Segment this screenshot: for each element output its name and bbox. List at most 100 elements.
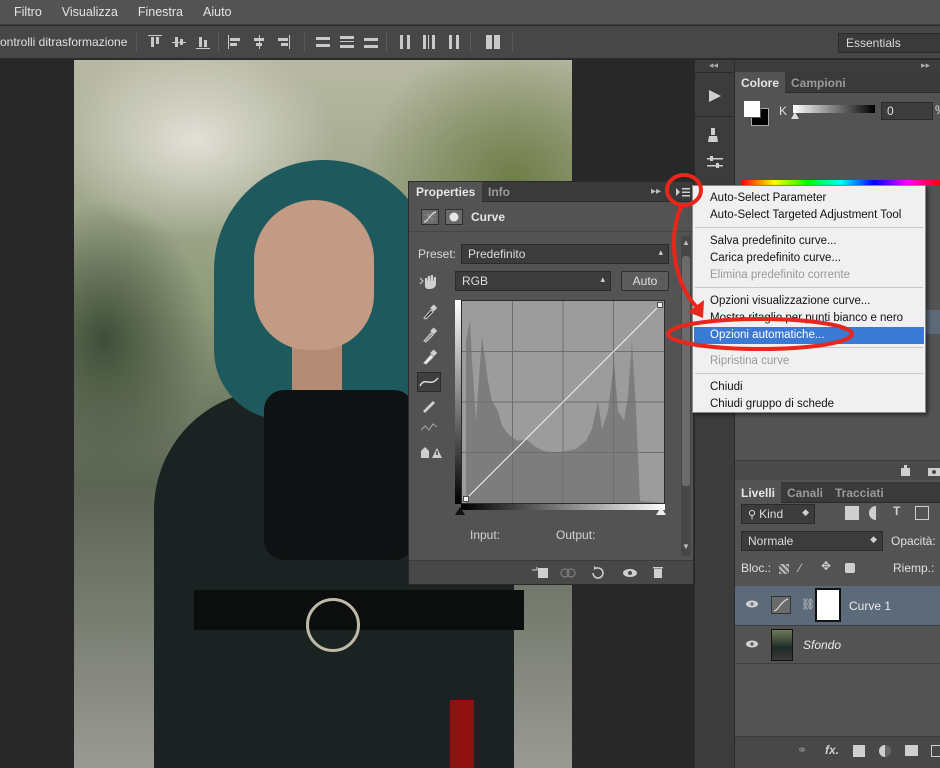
align-bottom-icon[interactable] [196,35,210,49]
new-adjustment-icon[interactable] [879,745,891,757]
preset-select[interactable]: Predefinito ▴ [461,244,669,264]
fx-icon[interactable]: fx. [825,743,839,757]
tab-campioni[interactable]: Campioni [785,72,852,93]
menu-item-auto-select-parameter[interactable]: Auto-Select Parameter [694,190,924,207]
tab-canali[interactable]: Canali [781,482,829,503]
distribute-left-icon[interactable] [398,35,412,49]
new-layer-icon[interactable] [931,745,940,757]
scroll-up-icon[interactable]: ▲ [682,238,690,247]
lock-transparency-icon[interactable] [779,564,789,574]
menu-filtro[interactable]: Filtro [14,5,42,19]
layer-mask-thumbnail[interactable] [815,588,841,622]
menu-visualizza[interactable]: Visualizza [62,5,118,19]
transform-controls-label[interactable]: ontrolli ditrasformazione [0,35,127,49]
clipping-warning-icon[interactable] [419,444,443,462]
trash-icon[interactable] [651,565,665,579]
layer-row-sfondo[interactable]: Sfondo [735,626,940,664]
k-channel-slider[interactable] [793,105,875,113]
properties-scrollbar[interactable]: ▲ ▼ [681,236,691,556]
tab-livelli[interactable]: Livelli [735,482,782,503]
new-group-icon[interactable] [905,745,918,756]
layer-filter-select[interactable]: ⚲ Kind ◆ [741,504,815,524]
layer-name[interactable]: Curve 1 [849,599,891,613]
align-left-icon[interactable] [228,35,242,49]
tab-properties[interactable]: Properties [409,182,483,202]
preset-label: Preset: [418,247,457,261]
clip-to-layer-icon[interactable] [531,566,549,580]
brush-tool-icon[interactable] [705,126,725,144]
k-value-input[interactable]: 0 [881,102,933,120]
lock-position-icon[interactable]: ✥ [821,559,831,573]
menu-finestra[interactable]: Finestra [138,5,183,19]
menu-item-curve-display-options[interactable]: Opzioni visualizzazione curve... [694,293,924,310]
auto-button[interactable]: Auto [621,271,669,291]
curves-graph[interactable] [461,300,665,504]
fg-bg-color-swatch[interactable] [743,100,769,126]
distribute-hcenter-icon[interactable] [422,35,436,49]
black-point-eyedropper-icon[interactable] [419,302,439,320]
camera-icon[interactable] [927,465,940,477]
menu-item-auto-options[interactable]: Opzioni automatiche... [694,327,924,344]
pencil-draw-icon[interactable] [419,395,439,413]
k-slider-handle[interactable] [791,112,799,119]
menu-item-show-clipping[interactable]: Mostra ritaglio per punti bianco e nero [694,310,924,327]
collapse-arrows-icon[interactable]: ▸▸ [651,186,661,197]
filter-pixel-icon[interactable] [845,506,859,520]
menu-item-close[interactable]: Chiudi [694,379,924,396]
expand-dock-icon[interactable]: ◂◂ [709,60,718,71]
photo-face [254,200,374,350]
distribute-right-icon[interactable] [446,35,460,49]
tab-info[interactable]: Info [481,182,517,202]
channel-select[interactable]: RGB ▴ [455,271,611,291]
curves-adjustment-icon [771,596,791,614]
menu-item-auto-select-targeted[interactable]: Auto-Select Targeted Adjustment Tool [694,207,924,224]
view-previous-state-icon[interactable] [559,566,577,580]
workspace-select[interactable]: Essentials [838,33,940,53]
align-hcenter-icon[interactable] [252,35,266,49]
menu-aiuto[interactable]: Aiuto [203,5,232,19]
distribute-vcenter-icon[interactable] [340,35,354,49]
adjustments-sliders-icon[interactable] [705,154,725,172]
distribute-top-icon[interactable] [316,35,330,49]
blend-mode-select[interactable]: Normale ◆ [741,531,883,551]
align-vcenter-icon[interactable] [172,35,186,49]
visibility-eye-icon[interactable] [621,566,639,580]
targeted-adjustment-hand-icon[interactable] [419,272,441,290]
tab-colore[interactable]: Colore [735,72,786,93]
menu-item-load-preset[interactable]: Carica predefinito curve... [694,250,924,267]
filter-type-icon[interactable]: T [893,504,900,518]
play-action-icon[interactable] [705,88,725,104]
visibility-eye-icon[interactable] [745,638,759,648]
collapse-dock-icon[interactable]: ▸▸ [921,60,930,71]
smooth-curve-icon[interactable] [419,418,439,436]
align-right-icon[interactable] [276,35,290,49]
properties-header: Curve [409,202,693,232]
tab-tracciati[interactable]: Tracciati [829,482,890,503]
link-layers-icon[interactable]: ⚭ [797,743,807,757]
scroll-thumb[interactable] [682,256,690,486]
mask-link-icon[interactable]: ⛓ [801,598,815,611]
black-input-slider[interactable] [455,507,465,515]
edit-points-curve-icon[interactable] [417,372,441,392]
reset-icon[interactable] [589,566,607,580]
visibility-eye-icon[interactable] [745,598,759,608]
auto-align-icon[interactable] [486,35,500,49]
menu-item-save-preset[interactable]: Salva predefinito curve... [694,233,924,250]
lock-pixels-icon[interactable]: ⁄ [799,561,801,575]
layer-row-curve1[interactable]: ⛓ Curve 1 [735,586,940,626]
new-style-icon[interactable] [899,465,913,477]
align-top-icon[interactable] [148,35,162,49]
white-input-slider[interactable] [656,507,666,515]
add-mask-icon[interactable] [853,745,865,757]
filter-adjustment-icon[interactable] [869,506,883,520]
menu-item-close-tab-group[interactable]: Chiudi gruppo di schede [694,396,924,413]
gray-point-eyedropper-icon[interactable] [419,325,439,343]
scroll-down-icon[interactable]: ▼ [682,542,690,551]
layer-mask-icon[interactable] [445,209,463,225]
lock-all-icon[interactable] [845,563,855,573]
distribute-bottom-icon[interactable] [364,35,378,49]
panel-menu-icon[interactable] [675,186,691,198]
filter-shape-icon[interactable] [915,506,929,520]
layer-name[interactable]: Sfondo [803,638,841,652]
white-point-eyedropper-icon[interactable] [419,347,439,365]
